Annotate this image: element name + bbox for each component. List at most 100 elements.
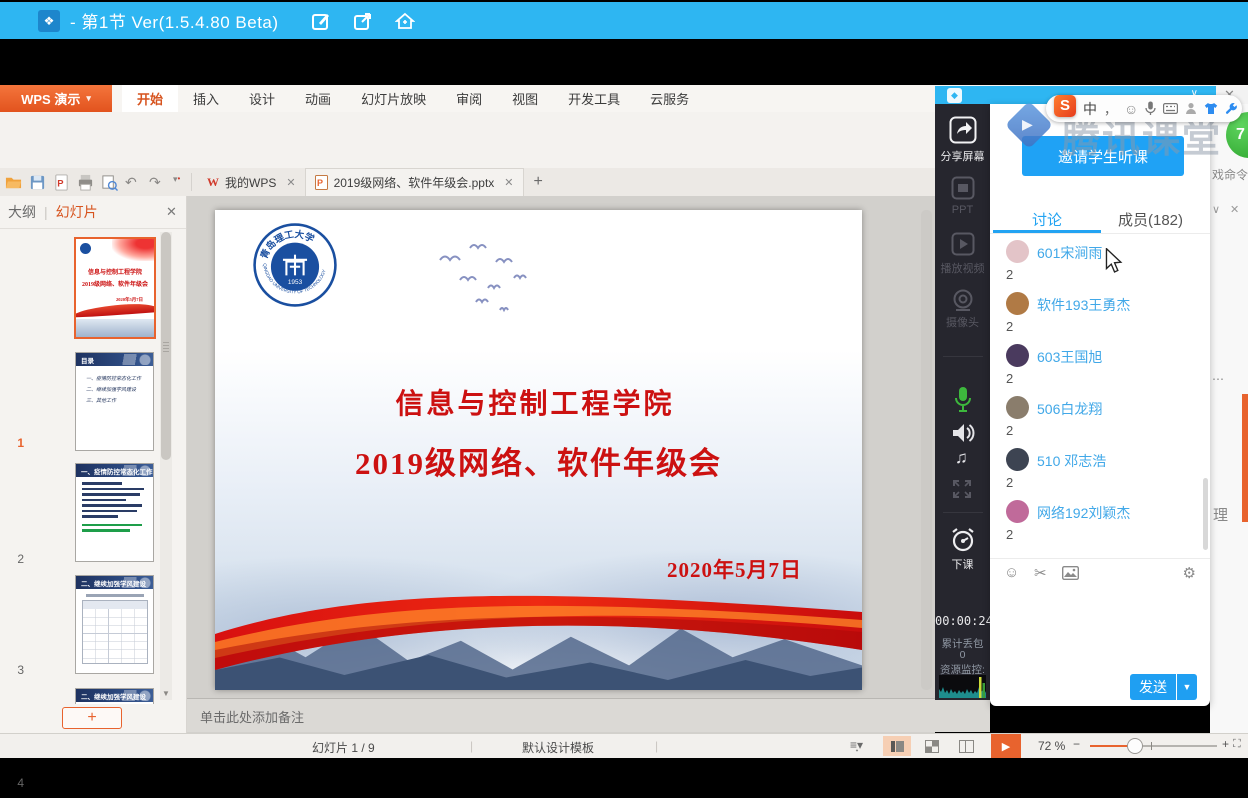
end-class-button[interactable]: 下课 [935,556,990,572]
slide-canvas[interactable]: ★ ★ ★ ★ ★ 1953 [215,210,862,690]
keyboard-icon[interactable] [1163,103,1178,114]
wps-app-button[interactable]: WPS 演示▾ [0,85,112,112]
open-icon[interactable] [5,174,22,191]
emoji-icon[interactable]: ☺ [1004,564,1019,581]
camera-icon[interactable] [950,288,976,314]
editor-scrollbar[interactable] [921,210,932,690]
share-screen-icon[interactable] [949,116,977,144]
avatar [1006,448,1029,471]
ribbon-tab[interactable]: 开发工具 [553,85,635,112]
notes-bar[interactable]: 单击此处添加备注 [187,698,990,732]
close-tab-icon[interactable]: ✕ [504,176,513,189]
doc-tab-presentation[interactable]: P 2019级网络、软件年级会.pptx✕ [305,168,524,197]
avatar [1006,240,1029,263]
tab-outline[interactable]: 大纲 [8,202,36,222]
classroom-toolbar: 分享屏幕 PPT 播放视频 摄像头 ♫ 下课 00:00:24 累计丢包 0 资… [935,104,990,700]
slide-flag: ★ ★ ★ ★ ★ [805,210,862,350]
slide-thumbnail-2[interactable]: 目录 一、疫情防控常态化工作二、继续加强学风建设三、其他工作 [75,352,154,451]
slide-thumbnail-5[interactable]: 二、继续加强学风建设 [75,688,154,704]
ribbon-tab[interactable]: 动画 [290,85,346,112]
mic-icon[interactable] [953,386,973,414]
ribbon-tab[interactable]: 插入 [178,85,234,112]
speaker-icon[interactable] [951,422,975,444]
ppt-button[interactable]: PPT [935,204,990,216]
message-row[interactable]: 601宋涧雨 2 [990,236,1208,288]
add-slide-button[interactable]: + [62,707,122,729]
user-icon[interactable] [1185,102,1197,115]
new-tab-icon[interactable]: + [534,173,543,191]
fit-screen-icon[interactable]: ⛶ [1233,738,1241,751]
sender-name[interactable]: 601宋涧雨 [1037,243,1102,263]
scroll-down-icon[interactable]: ▼ [162,689,170,698]
image-icon[interactable] [1062,566,1079,580]
music-icon[interactable]: ♫ [955,448,968,468]
tab-discussion[interactable]: 讨论 [1032,209,1062,230]
skin-shirt-icon[interactable] [1204,102,1218,115]
undo-icon[interactable]: ↶ [125,174,142,191]
mic-icon[interactable] [1145,101,1156,116]
ribbon-tab[interactable]: 审阅 [441,85,497,112]
edit-icon[interactable] [311,11,331,31]
play-video-icon[interactable] [951,232,975,256]
message-row[interactable]: 510 邓志浩 2 [990,444,1208,496]
home-icon[interactable] [395,11,415,31]
ribbon-tab[interactable]: 开始 [122,85,178,112]
message-row[interactable]: 软件193王勇杰 2 [990,288,1208,340]
save-icon[interactable] [29,174,46,191]
slide-thumbnail-4[interactable]: 二、继续加强学风建设 [75,575,154,674]
tab-slides[interactable]: 幻灯片 [56,202,98,222]
ribbon-tab[interactable]: 设计 [234,85,290,112]
customize-caret-icon[interactable]: ▾• [173,174,185,191]
chat-input-area[interactable] [990,588,1210,672]
status-bar: 幻灯片 1 / 9 | 默认设计模板 | ≡̟▾ ▶ 72 % − + ⛶ [0,733,1248,758]
share-icon[interactable] [353,11,373,31]
slide-thumbnail-1[interactable]: 信息与控制工程学院 2019级网络、软件年级会 2020年5月7日 [74,237,156,339]
fullscreen-icon[interactable] [953,480,971,498]
sender-name[interactable]: 603王国旭 [1037,347,1102,367]
slide-thumbnail-3[interactable]: 一、疫情防控常态化工作 [75,463,154,562]
ppt-icon[interactable] [951,176,975,200]
play-video-button[interactable]: 播放视频 [935,260,990,276]
send-options-caret[interactable]: ▼ [1177,674,1197,700]
redo-icon[interactable]: ↷ [149,174,166,191]
message-row[interactable]: 506白龙翔 2 [990,392,1208,444]
end-class-icon[interactable] [949,526,977,554]
zoom-slider-thumb[interactable] [1127,738,1143,754]
print-icon[interactable] [77,174,94,191]
ribbon-tab[interactable]: 视图 [497,85,553,112]
wrench-icon[interactable] [1225,102,1238,115]
normal-view-button[interactable] [883,736,911,756]
send-button[interactable]: 发送 [1130,674,1176,700]
ime-punct-mode[interactable]: ， [1104,99,1117,118]
notes-toggle-icon[interactable]: ≡̟▾ [850,738,863,752]
sender-name[interactable]: 510 邓志浩 [1037,451,1106,471]
message-row[interactable]: 603王国旭 2 [990,340,1208,392]
screenshot-scissors-icon[interactable]: ✂ [1034,564,1047,582]
background-window: 戏命令 ∨ ✕ ⋯ 理 [1210,104,1248,733]
message-row[interactable]: 网络192刘颖杰 2 [990,496,1208,548]
reading-view-button[interactable] [952,736,980,756]
print-preview-icon[interactable] [101,174,118,191]
zoom-out-icon[interactable]: − [1073,737,1080,751]
share-screen-button[interactable]: 分享屏幕 [935,148,990,164]
close-tab-icon[interactable]: ✕ [286,176,295,189]
zoom-in-icon[interactable]: + [1222,737,1229,751]
ime-lang-mode[interactable]: 中 [1083,99,1097,119]
tab-members[interactable]: 成员(182) [1118,209,1183,230]
emoji-icon[interactable]: ☺ [1124,101,1138,117]
slideshow-play-button[interactable]: ▶ [991,734,1021,758]
chat-scrollbar[interactable] [1203,478,1208,550]
ribbon-tab[interactable]: 幻灯片放映 [346,85,441,112]
settings-gear-icon[interactable]: ⚙ [1183,564,1196,582]
sender-name[interactable]: 网络192刘颖杰 [1037,503,1130,523]
camera-button[interactable]: 摄像头 [935,314,990,330]
sender-name[interactable]: 506白龙翔 [1037,399,1102,419]
sender-name[interactable]: 软件193王勇杰 [1037,295,1130,315]
export-pdf-icon[interactable]: P [53,174,70,191]
ime-toolbar[interactable]: S 中 ， ☺ [1046,95,1242,122]
doc-tab-home[interactable]: W 我的WPS✕ [198,168,305,196]
sidebar-scrollbar[interactable]: ▼ [160,232,172,700]
slide-sorter-button[interactable] [918,736,946,756]
ribbon-tab[interactable]: 云服务 [635,85,704,112]
close-panel-icon[interactable]: ✕ [166,204,177,220]
